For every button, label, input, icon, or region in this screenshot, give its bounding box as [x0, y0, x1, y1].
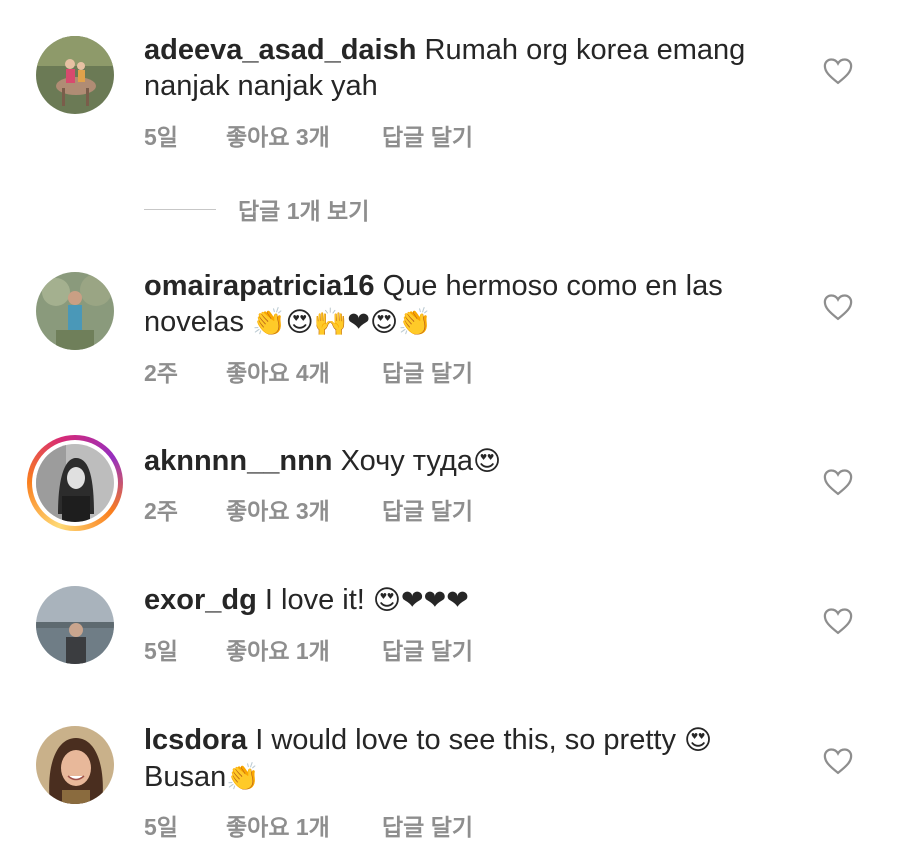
reply-button[interactable]: 답글 달기: [382, 632, 473, 666]
avatar-story-ring[interactable]: [27, 435, 123, 531]
comment-meta: 5일 좋아요 3개 답글 달기: [144, 118, 473, 152]
comment-meta: 5일 좋아요 1개 답글 달기: [144, 808, 473, 842]
comment-meta: 2주 좋아요 3개 답글 달기: [144, 492, 473, 526]
comment-username[interactable]: adeeva_asad_daish: [144, 34, 416, 66]
comment-username[interactable]: exor_dg: [144, 584, 257, 616]
avatar-photo: [36, 726, 114, 804]
comment-body: I love it!: [264, 584, 365, 616]
like-heart-icon[interactable]: [823, 747, 853, 775]
like-heart-icon[interactable]: [823, 607, 853, 635]
like-heart-icon[interactable]: [823, 57, 853, 85]
comment-text: adeeva_asad_daish Rumah org korea emang …: [144, 32, 784, 104]
avatar[interactable]: [36, 586, 114, 664]
avatar[interactable]: [36, 36, 114, 114]
comment-emoji: 👏😍🙌❤😍👏: [252, 307, 432, 338]
avatar[interactable]: [36, 272, 114, 350]
reply-button[interactable]: 답글 달기: [382, 492, 473, 526]
comment-meta: 2주 좋아요 4개 답글 달기: [144, 354, 473, 388]
avatar-photo: [36, 36, 114, 114]
comment-meta: 5일 좋아요 1개 답글 달기: [144, 632, 473, 666]
comment-body: Хочу туда: [340, 445, 473, 477]
comment-time: 2주: [144, 498, 178, 524]
comment-likes[interactable]: 좋아요 1개: [226, 808, 382, 842]
comment-text: lcsdora I would love to see this, so pre…: [144, 722, 784, 796]
comment-body: I would love to see this, so pretty: [255, 724, 676, 756]
comment-likes[interactable]: 좋아요 4개: [226, 354, 382, 388]
comment-text: exor_dg I love it! 😍❤❤❤: [144, 582, 784, 619]
comment-username[interactable]: lcsdora: [144, 724, 247, 756]
like-heart-icon[interactable]: [823, 468, 853, 496]
comment-time: 5일: [144, 124, 178, 150]
comment-likes[interactable]: 좋아요 1개: [226, 632, 382, 666]
comment-body-continued: Busan: [144, 761, 227, 793]
avatar-photo: [36, 272, 114, 350]
avatar-photo: [36, 586, 114, 664]
comment-emoji: 😍❤❤❤: [372, 585, 469, 616]
comment-time: 2주: [144, 360, 178, 386]
comment-emoji: 😍: [472, 446, 502, 477]
avatar[interactable]: [36, 726, 114, 804]
comment-time: 5일: [144, 814, 178, 840]
comment-text: omairapatricia16 Que hermoso como en las…: [144, 268, 784, 341]
comment-time: 5일: [144, 638, 178, 664]
avatar-photo: [36, 444, 114, 522]
view-replies-label: 답글 1개 보기: [238, 198, 370, 224]
replies-divider: [144, 208, 216, 210]
comment-text: aknnnn__nnn Хочу туда😍: [144, 443, 784, 480]
comment-likes[interactable]: 좋아요 3개: [226, 492, 382, 526]
view-replies-button[interactable]: 답글 1개 보기: [144, 192, 369, 226]
reply-button[interactable]: 답글 달기: [382, 354, 473, 388]
comment-likes[interactable]: 좋아요 3개: [226, 118, 382, 152]
avatar: [36, 444, 114, 522]
comment-emoji: 👏: [226, 762, 260, 793]
reply-button[interactable]: 답글 달기: [382, 118, 473, 152]
reply-button[interactable]: 답글 달기: [382, 808, 473, 842]
like-heart-icon[interactable]: [823, 293, 853, 321]
comment-username[interactable]: aknnnn__nnn: [144, 445, 333, 477]
comment-username[interactable]: omairapatricia16: [144, 270, 375, 302]
comment-emoji: 😍: [684, 725, 713, 756]
